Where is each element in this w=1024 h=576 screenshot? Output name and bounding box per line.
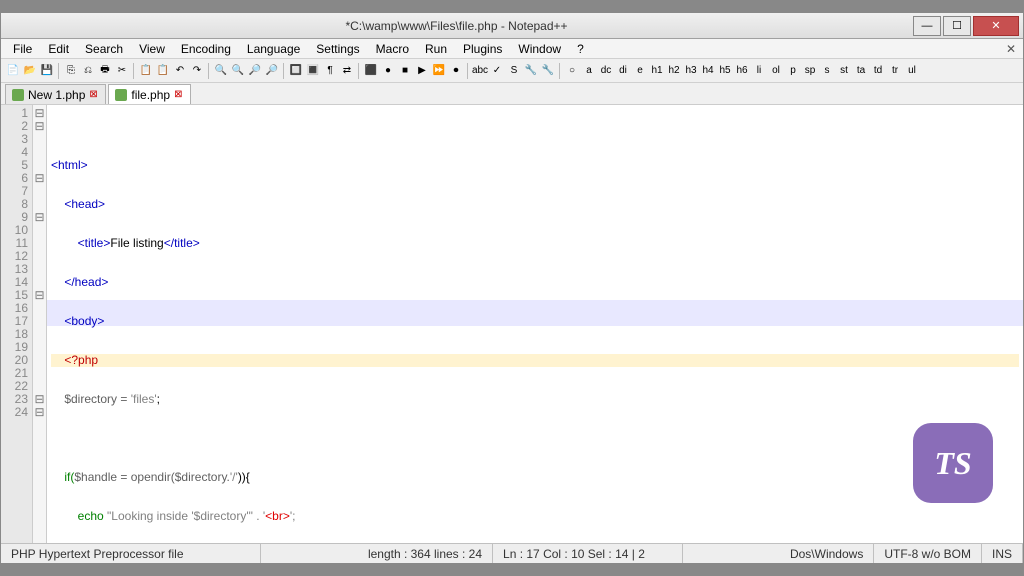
toolbar-btn-29[interactable]: 🔧 (540, 63, 556, 79)
menu-plugins[interactable]: Plugins (455, 40, 510, 58)
watermark-logo: TS (913, 423, 993, 503)
toolbar-btn-23[interactable]: ⏩ (431, 63, 447, 79)
toolbar-btn-1[interactable]: 📂 (22, 63, 38, 79)
line-number-gutter: 123456789101112131415161718192021222324 (1, 105, 33, 543)
toolbar-btn-6[interactable]: ✂ (114, 63, 130, 79)
toolbar-btn-27[interactable]: S (506, 63, 522, 79)
toolbar-btn-35[interactable]: h1 (649, 63, 665, 79)
toolbar-btn-9[interactable]: ↶ (172, 63, 188, 79)
toolbar-btn-4[interactable]: ⎌ (80, 63, 96, 79)
toolbar-btn-14[interactable]: 🔎 (264, 63, 280, 79)
code-area[interactable]: <html> <head> <title>File listing</title… (47, 105, 1023, 543)
tab-file-php[interactable]: file.php ⊠ (108, 84, 191, 104)
editor[interactable]: 123456789101112131415161718192021222324 … (1, 105, 1023, 543)
toolbar-btn-15[interactable]: 🔲 (288, 63, 304, 79)
highlight-line-17 (47, 313, 1023, 326)
mdi-close-icon[interactable]: ✕ (1003, 42, 1019, 56)
maximize-button[interactable]: ☐ (943, 16, 971, 36)
toolbar-btn-11[interactable]: 🔍 (213, 63, 229, 79)
toolbar-btn-30[interactable]: ○ (564, 63, 580, 79)
tab-close-icon[interactable]: ⊠ (174, 90, 184, 100)
toolbar-btn-41[interactable]: li (751, 63, 767, 79)
menu-view[interactable]: View (131, 40, 173, 58)
toolbar-btn-19[interactable]: ⬛ (363, 63, 379, 79)
toolbar-btn-8[interactable]: 📋 (155, 63, 171, 79)
menu-language[interactable]: Language (239, 40, 308, 58)
toolbar-btn-7[interactable]: 📋 (138, 63, 154, 79)
toolbar-btn-16[interactable]: 🔳 (305, 63, 321, 79)
toolbar-btn-45[interactable]: s (819, 63, 835, 79)
menu-macro[interactable]: Macro (368, 40, 417, 58)
menu-help[interactable]: ? (569, 40, 592, 58)
toolbar-btn-22[interactable]: ▶ (414, 63, 430, 79)
toolbar-btn-12[interactable]: 🔍 (230, 63, 246, 79)
menu-window[interactable]: Window (510, 40, 569, 58)
menubar: File Edit Search View Encoding Language … (1, 39, 1023, 59)
toolbar-btn-44[interactable]: sp (802, 63, 818, 79)
tab-label: New 1.php (28, 88, 85, 102)
highlight-line-16 (47, 300, 1023, 313)
toolbar-btn-33[interactable]: di (615, 63, 631, 79)
toolbar-btn-17[interactable]: ¶ (322, 63, 338, 79)
toolbar-btn-50[interactable]: ul (904, 63, 920, 79)
status-length: length : 364 lines : 24 (358, 544, 493, 563)
statusbar: PHP Hypertext Preprocessor file length :… (1, 543, 1023, 563)
toolbar-btn-39[interactable]: h5 (717, 63, 733, 79)
toolbar-btn-38[interactable]: h4 (700, 63, 716, 79)
toolbar-btn-48[interactable]: td (870, 63, 886, 79)
toolbar-btn-26[interactable]: ✓ (489, 63, 505, 79)
menu-run[interactable]: Run (417, 40, 455, 58)
file-icon (115, 89, 127, 101)
toolbar-btn-34[interactable]: e (632, 63, 648, 79)
status-eol: Dos\Windows (780, 544, 874, 563)
tabbar: New 1.php ⊠ file.php ⊠ (1, 83, 1023, 105)
titlebar[interactable]: *C:\wamp\www\Files\file.php - Notepad++ … (1, 13, 1023, 39)
toolbar-btn-43[interactable]: p (785, 63, 801, 79)
toolbar-btn-18[interactable]: ⇄ (339, 63, 355, 79)
toolbar-btn-40[interactable]: h6 (734, 63, 750, 79)
toolbar-btn-32[interactable]: dc (598, 63, 614, 79)
app-window: *C:\wamp\www\Files\file.php - Notepad++ … (0, 12, 1024, 564)
toolbar-btn-37[interactable]: h3 (683, 63, 699, 79)
toolbar-btn-3[interactable]: ⎘ (63, 63, 79, 79)
file-icon (12, 89, 24, 101)
tab-new1[interactable]: New 1.php ⊠ (5, 84, 106, 104)
toolbar-btn-31[interactable]: a (581, 63, 597, 79)
minimize-button[interactable]: — (913, 16, 941, 36)
menu-file[interactable]: File (5, 40, 40, 58)
menu-settings[interactable]: Settings (308, 40, 367, 58)
toolbar-btn-36[interactable]: h2 (666, 63, 682, 79)
toolbar-btn-10[interactable]: ↷ (189, 63, 205, 79)
menu-encoding[interactable]: Encoding (173, 40, 239, 58)
toolbar-btn-13[interactable]: 🔎 (247, 63, 263, 79)
toolbar-btn-5[interactable]: 🖶 (97, 63, 113, 79)
toolbar-btn-47[interactable]: ta (853, 63, 869, 79)
status-mode: INS (982, 544, 1023, 563)
tab-label: file.php (131, 88, 170, 102)
toolbar-btn-46[interactable]: st (836, 63, 852, 79)
status-encoding: UTF-8 w/o BOM (874, 544, 982, 563)
toolbar-btn-2[interactable]: 💾 (39, 63, 55, 79)
close-button[interactable]: ✕ (973, 16, 1019, 36)
toolbar-btn-42[interactable]: ol (768, 63, 784, 79)
toolbar: 📄📂💾⎘⎌🖶✂📋📋↶↷🔍🔍🔎🔎🔲🔳¶⇄⬛●■▶⏩⏺abc✓S🔧🔧○adcdieh… (1, 59, 1023, 83)
status-language: PHP Hypertext Preprocessor file (1, 544, 261, 563)
toolbar-btn-25[interactable]: abc (472, 63, 488, 79)
toolbar-btn-28[interactable]: 🔧 (523, 63, 539, 79)
toolbar-btn-49[interactable]: tr (887, 63, 903, 79)
tab-close-icon[interactable]: ⊠ (89, 90, 99, 100)
toolbar-btn-0[interactable]: 📄 (5, 63, 21, 79)
menu-search[interactable]: Search (77, 40, 131, 58)
window-title: *C:\wamp\www\Files\file.php - Notepad++ (1, 19, 912, 33)
fold-gutter[interactable]: ⊟⊟⊟⊟⊟⊟⊟ (33, 105, 47, 543)
menu-edit[interactable]: Edit (40, 40, 77, 58)
toolbar-btn-21[interactable]: ■ (397, 63, 413, 79)
toolbar-btn-24[interactable]: ⏺ (448, 63, 464, 79)
toolbar-btn-20[interactable]: ● (380, 63, 396, 79)
status-position: Ln : 17 Col : 10 Sel : 14 | 2 (493, 544, 683, 563)
